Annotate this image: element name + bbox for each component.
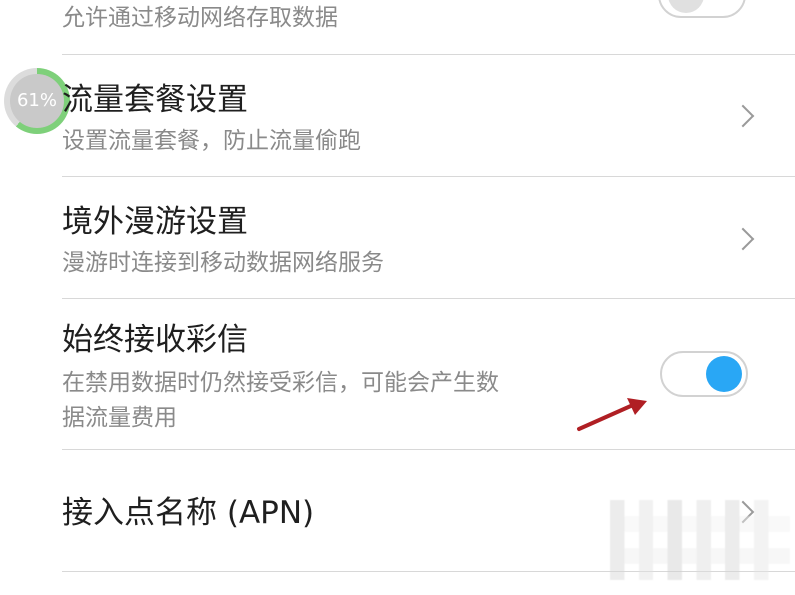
apn-title: 接入点名称 (APN)	[62, 495, 315, 531]
always-receive-mms-title: 始终接收彩信	[62, 322, 248, 358]
always-receive-mms-subtitle-line-1: 在禁用数据时仍然接受彩信，可能会产生数	[62, 370, 499, 396]
row-mobile-data[interactable]: 允许通过移动网络存取数据	[62, 0, 795, 54]
mobile-data-toggle[interactable]	[658, 0, 746, 18]
row-data-plan-settings[interactable]: 流量套餐设置 设置流量套餐，防止流量偷跑	[62, 55, 795, 176]
roaming-settings-subtitle: 漫游时连接到移动数据网络服务	[62, 250, 384, 276]
always-receive-mms-subtitle-line-2: 据流量费用	[62, 405, 177, 431]
mobile-data-toggle-knob	[668, 0, 704, 13]
data-plan-title: 流量套餐设置	[62, 82, 248, 118]
progress-badge: 61%	[4, 68, 70, 134]
data-plan-subtitle: 设置流量套餐，防止流量偷跑	[62, 128, 361, 154]
row-always-receive-mms[interactable]: 始终接收彩信 在禁用数据时仍然接受彩信，可能会产生数 据流量费用	[62, 299, 795, 449]
always-receive-mms-toggle[interactable]	[660, 351, 748, 397]
watermark-graphic	[610, 500, 790, 580]
mobile-data-subtitle: 允许通过移动网络存取数据	[62, 5, 338, 31]
always-receive-mms-toggle-knob	[706, 356, 742, 392]
row-roaming-settings[interactable]: 境外漫游设置 漫游时连接到移动数据网络服务	[62, 177, 795, 298]
chevron-right-icon	[731, 104, 755, 128]
roaming-settings-title: 境外漫游设置	[62, 204, 248, 240]
progress-badge-text: 61%	[10, 74, 64, 128]
red-arrow-icon	[577, 398, 647, 431]
chevron-right-icon	[731, 227, 755, 251]
